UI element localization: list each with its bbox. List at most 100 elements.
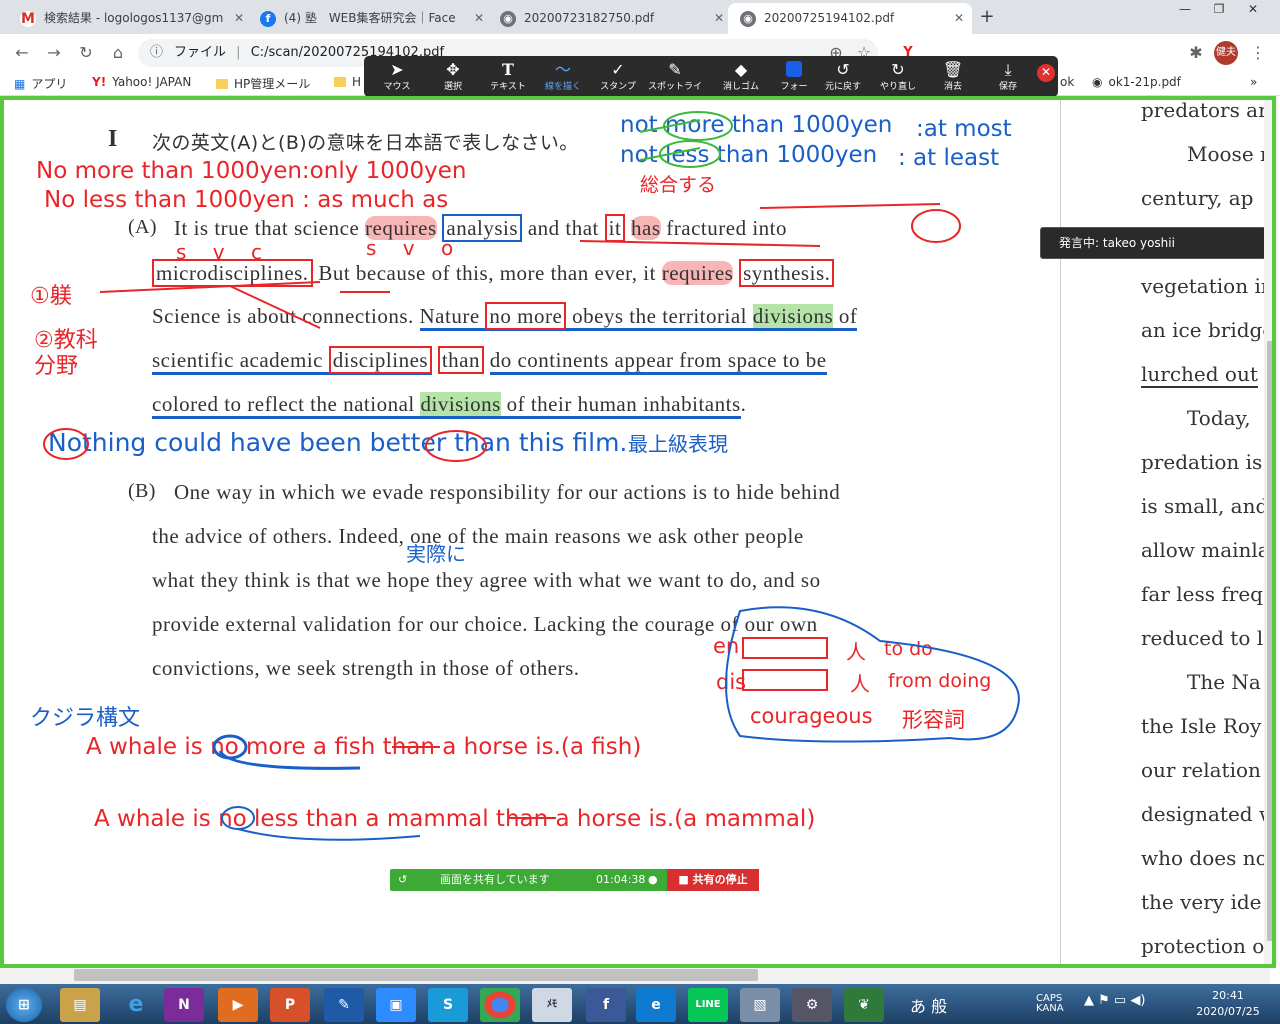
tool-select[interactable]: ✥ 選択: [426, 56, 480, 97]
vertical-scrollbar[interactable]: [1264, 96, 1278, 966]
menu-icon[interactable]: ⋮: [1246, 41, 1270, 65]
line-icon[interactable]: LINE: [688, 988, 728, 1022]
leaf-icon[interactable]: ❦: [844, 988, 884, 1022]
cursor-icon: ➤: [390, 60, 404, 79]
right-page-line: the very ide: [1141, 890, 1262, 914]
explorer-icon[interactable]: ▤: [60, 988, 100, 1022]
globe-icon: ◉: [500, 11, 516, 27]
ink-layer: [43, 111, 1020, 841]
kakari-icon[interactable]: ﾒﾓ: [532, 988, 572, 1022]
tab-facebook[interactable]: f (4) 塾 WEB集客研究会｜Face ✕: [248, 3, 492, 34]
tool-label: 消去: [943, 82, 962, 92]
bookmark-label: アプリ: [31, 77, 68, 91]
home-icon[interactable]: ⌂: [106, 41, 130, 65]
bookmark-label: Yahoo! JAPAN: [112, 75, 192, 89]
tool-eraser[interactable]: ◆ 消しゴム: [714, 56, 768, 97]
bookmark-ok[interactable]: ok: [1060, 75, 1074, 89]
profile-avatar[interactable]: 健夫: [1214, 41, 1238, 65]
toolbar-close-icon[interactable]: ✕: [1037, 64, 1055, 82]
tool-draw[interactable]: 〜線を描く: [536, 56, 590, 97]
onenote-icon[interactable]: N: [164, 988, 204, 1022]
zoom-app-icon[interactable]: ▣: [376, 988, 416, 1022]
facebook-app-icon[interactable]: f: [586, 988, 626, 1022]
bookmark-ok-pdf[interactable]: ◉ ok1-21p.pdf: [1092, 75, 1181, 89]
tool-label: スポットライ: [648, 82, 703, 92]
globe-icon: ◉: [740, 11, 756, 27]
extensions-icon[interactable]: ✱: [1184, 41, 1208, 65]
gmail-icon: M: [20, 11, 36, 27]
clear-icon: 🗑: [942, 60, 964, 79]
right-page-line: lurched out: [1141, 362, 1258, 388]
tool-label: フォー: [780, 82, 808, 92]
horizontal-scrollbar[interactable]: [0, 966, 1270, 984]
spotlight-icon: ✎: [668, 60, 682, 79]
apps-grid-icon: ▦: [14, 77, 26, 91]
right-page-line: an ice bridge: [1141, 318, 1270, 342]
forward-icon[interactable]: →: [42, 41, 66, 65]
bookmark-hp-mail[interactable]: HP管理メール: [216, 75, 310, 92]
bookmark-apps[interactable]: ▦ アプリ: [14, 75, 67, 92]
taskbar-clock[interactable]: 20:41 2020/07/25: [1186, 988, 1270, 1020]
stop-share-button[interactable]: ■ 共有の停止: [667, 869, 759, 891]
folder-icon: [216, 79, 228, 89]
horizontal-scroll-thumb[interactable]: [74, 969, 758, 981]
undo-icon: ↺: [836, 60, 850, 79]
tab-label: 検索結果 - logologos1137@gm: [44, 11, 224, 25]
tool-save[interactable]: ⤓ 保存: [981, 56, 1035, 97]
url-scheme: ファイル: [174, 45, 227, 60]
tool-clear[interactable]: 🗑 消去: [926, 56, 980, 97]
annotation-toolbar: ➤ マウス ✥ 選択 T テキスト 〜線を描く ✓ スタンプ ✎ スポットライ ◆ 消しゴム…: [364, 56, 1058, 97]
info-icon[interactable]: ⓘ: [150, 39, 163, 67]
tab-label: 20200725194102.pdf: [764, 11, 895, 25]
right-page-line: is small, and: [1141, 494, 1269, 518]
vertical-scroll-thumb[interactable]: [1267, 341, 1275, 941]
restore-icon[interactable]: ❐: [1202, 0, 1236, 20]
ie-icon[interactable]: e: [116, 988, 156, 1022]
speaker-indicator: 発言中: takeo yoshii: [1040, 227, 1266, 259]
close-icon[interactable]: ✕: [954, 3, 964, 33]
minimize-icon[interactable]: —: [1168, 0, 1202, 20]
ime-indicator[interactable]: あ 般: [910, 997, 947, 1016]
tab-gmail[interactable]: M 検索結果 - logologos1137@gm ✕: [8, 3, 252, 34]
bookmark-h[interactable]: H: [334, 75, 361, 89]
new-tab-button[interactable]: +: [975, 6, 999, 30]
right-page-line: who does no: [1141, 846, 1268, 870]
tool-redo[interactable]: ↻ やり直し: [871, 56, 925, 97]
right-page-line: our relation: [1141, 758, 1261, 782]
tab-pdf-2[interactable]: ◉ 20200725194102.pdf ✕: [728, 3, 972, 34]
feather-icon[interactable]: ✎: [324, 988, 364, 1022]
tab-pdf-1[interactable]: ◉ 20200723182750.pdf ✕: [488, 3, 732, 34]
system-tray: あ 般: [910, 993, 947, 1017]
window-close-icon[interactable]: ✕: [1236, 0, 1270, 20]
right-page-line: Today,: [1187, 406, 1251, 430]
right-page-line: The Na: [1187, 670, 1261, 694]
close-icon[interactable]: ✕: [714, 3, 724, 33]
bookmark-yahoo[interactable]: Y! Yahoo! JAPAN: [92, 75, 191, 89]
tool-format[interactable]: フォー: [767, 56, 821, 97]
right-page-line: protection of: [1141, 934, 1270, 958]
tray-icons[interactable]: ▲ ⚑ ▭ ◀): [1084, 993, 1145, 1008]
powerpoint-icon[interactable]: P: [270, 988, 310, 1022]
tool-mouse[interactable]: ➤ マウス: [370, 56, 424, 97]
chrome-icon[interactable]: [480, 988, 520, 1022]
start-icon[interactable]: ⊞: [6, 988, 42, 1022]
tool-spotlight[interactable]: ✎ スポットライ: [648, 56, 702, 97]
settings-icon[interactable]: ⚙: [792, 988, 832, 1022]
media-icon[interactable]: ▶: [218, 988, 258, 1022]
cube-icon[interactable]: ▧: [740, 988, 780, 1022]
tool-undo[interactable]: ↺ 元に戻す: [816, 56, 870, 97]
shield-icon: ●: [648, 873, 658, 886]
bookmarks-overflow-icon[interactable]: »: [1250, 75, 1257, 89]
tool-stamp[interactable]: ✓ スタンプ: [591, 56, 645, 97]
tool-label: 消しゴム: [722, 82, 759, 92]
skype-icon[interactable]: S: [428, 988, 468, 1022]
edge-icon[interactable]: e: [636, 988, 676, 1022]
text-icon: T: [502, 60, 514, 79]
right-page-line: the Isle Roy: [1141, 714, 1262, 738]
bookmark-label: HP管理メール: [234, 77, 311, 91]
tool-text[interactable]: T テキスト: [481, 56, 535, 97]
back-icon[interactable]: ←: [10, 41, 34, 65]
reload-icon[interactable]: ↻: [74, 41, 98, 65]
close-icon[interactable]: ✕: [474, 3, 484, 33]
close-icon[interactable]: ✕: [234, 3, 244, 33]
